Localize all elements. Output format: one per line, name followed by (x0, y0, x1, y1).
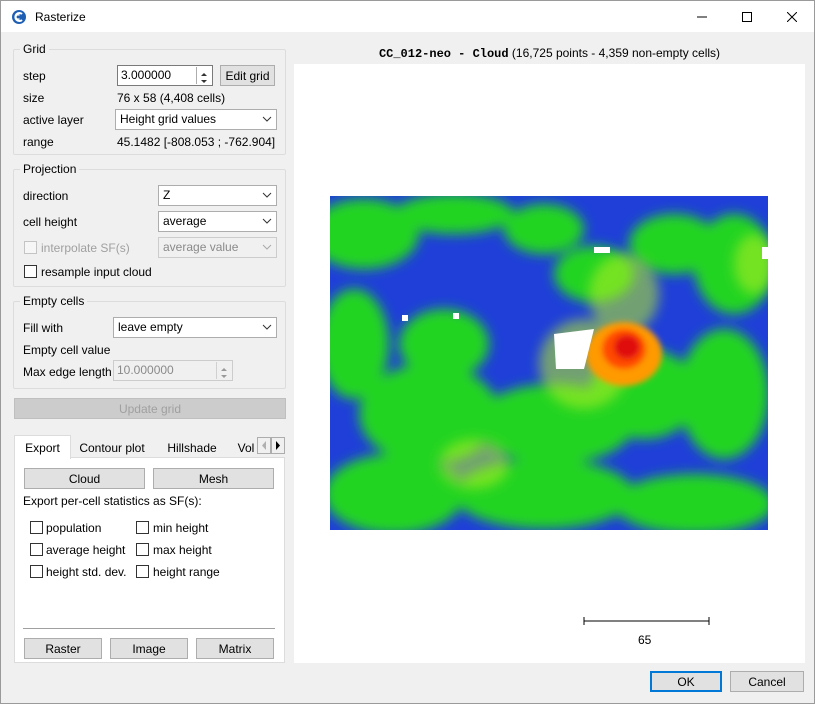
minimize-button[interactable] (679, 1, 725, 32)
export-divider (23, 628, 275, 629)
empty-cell-value-label: Empty cell value (23, 343, 111, 357)
fill-with-select[interactable]: leave empty (113, 317, 277, 338)
active-layer-label: active layer (23, 113, 84, 127)
tab-scroll-right-button[interactable] (271, 437, 285, 454)
population-checkbox[interactable] (30, 521, 43, 534)
cancel-button[interactable]: Cancel (730, 671, 804, 692)
export-tab-panel: Cloud Mesh Export per-cell statistics as… (14, 457, 285, 663)
chevron-down-icon (262, 192, 272, 198)
cell-height-value: average (163, 214, 207, 228)
direction-select[interactable]: Z (158, 185, 277, 206)
range-label: range (23, 135, 54, 149)
chevron-left-icon (262, 441, 266, 450)
range-value: 45.1482 [-808.053 ; -762.904] (117, 135, 276, 149)
grid-group-title: Grid (20, 42, 49, 56)
cell-height-select[interactable]: average (158, 211, 277, 232)
chevron-down-icon (262, 218, 272, 224)
tab-contour-plot[interactable]: Contour plot (72, 438, 152, 458)
cloudcompare-logo-icon (12, 10, 26, 24)
rasterize-dialog: Rasterize Grid step 3.000000 Edit grid s… (0, 0, 815, 704)
average-height-label: average height (46, 543, 126, 557)
export-raster-button[interactable]: Raster (24, 638, 102, 659)
active-layer-select[interactable]: Height grid values (115, 109, 277, 130)
direction-label: direction (23, 189, 69, 203)
step-value: 3.000000 (121, 68, 172, 82)
projection-group-title: Projection (20, 162, 80, 176)
view-title-cloud-name: CC_012-neo - Cloud (378, 47, 509, 61)
window-title: Rasterize (35, 10, 86, 24)
scale-bar (583, 617, 710, 625)
empty-cells-group-title: Empty cells (20, 294, 88, 308)
chevron-down-icon (262, 116, 272, 122)
spin-down-icon (201, 80, 207, 83)
step-spin-buttons[interactable] (196, 67, 211, 84)
interpolate-sf-label: interpolate SF(s) (41, 241, 130, 255)
std-dev-checkbox[interactable] (30, 565, 43, 578)
view-title-stats: (16,725 points - 4,359 non-empty cells) (508, 46, 721, 60)
fill-with-value: leave empty (118, 320, 183, 334)
average-height-checkbox[interactable] (30, 543, 43, 556)
spin-down-icon (221, 375, 227, 378)
max-height-label: max height (153, 543, 212, 557)
std-dev-label: height std. dev. (46, 565, 127, 579)
max-edge-length-value: 10.000000 (117, 363, 174, 377)
interpolate-sf-value: average value (163, 240, 239, 254)
min-height-checkbox[interactable] (136, 521, 149, 534)
raster-heightmap[interactable] (294, 64, 805, 663)
export-cloud-button[interactable]: Cloud (24, 468, 145, 489)
max-edge-spin-buttons[interactable] (216, 362, 231, 379)
size-label: size (23, 91, 45, 105)
export-image-button[interactable]: Image (110, 638, 188, 659)
close-button[interactable] (769, 1, 815, 32)
interpolate-sf-checkbox[interactable] (24, 241, 37, 254)
tab-export[interactable]: Export (14, 435, 71, 459)
maximize-icon (742, 11, 752, 22)
tab-scroll-left-button[interactable] (257, 437, 271, 454)
size-value: 76 x 58 (4,408 cells) (117, 91, 226, 105)
cell-height-label: cell height (23, 215, 78, 229)
population-label: population (46, 521, 102, 535)
title-bar: Rasterize (1, 1, 814, 32)
ok-button[interactable]: OK (650, 671, 722, 692)
direction-value: Z (163, 188, 171, 202)
tab-volume[interactable]: Vol (232, 438, 260, 458)
max-height-checkbox[interactable] (136, 543, 149, 556)
edit-grid-button[interactable]: Edit grid (220, 65, 275, 86)
stats-title: Export per-cell statistics as SF(s): (23, 494, 202, 508)
max-edge-length-input[interactable]: 10.000000 (113, 360, 233, 381)
export-matrix-button[interactable]: Matrix (196, 638, 274, 659)
heightmap-layer (330, 196, 768, 530)
close-icon (787, 11, 797, 22)
fill-with-label: Fill with (23, 321, 64, 335)
step-input[interactable]: 3.000000 (117, 65, 213, 86)
maximize-button[interactable] (724, 1, 770, 32)
interpolate-sf-select[interactable]: average value (158, 237, 277, 258)
max-edge-length-label: Max edge length (23, 365, 112, 379)
tab-hillshade[interactable]: Hillshade (157, 438, 227, 458)
height-range-label: height range (153, 565, 220, 579)
chevron-down-icon (262, 324, 272, 330)
minimize-icon (697, 16, 707, 17)
height-range-checkbox[interactable] (136, 565, 149, 578)
resample-checkbox[interactable] (24, 265, 37, 278)
step-label: step (23, 69, 46, 83)
min-height-label: min height (153, 521, 209, 535)
export-mesh-button[interactable]: Mesh (153, 468, 274, 489)
tab-bar: Export Contour plot Hillshade Vol (14, 435, 285, 459)
view-title: CC_012-neo - Cloud (16,725 points - 4,35… (294, 46, 805, 61)
active-layer-value: Height grid values (120, 112, 217, 126)
chevron-right-icon (276, 441, 280, 450)
raster-view[interactable]: 65 (294, 64, 805, 663)
scale-bar-label: 65 (638, 633, 652, 647)
update-grid-button[interactable]: Update grid (14, 398, 286, 419)
resample-label: resample input cloud (41, 265, 152, 279)
chevron-down-icon (262, 244, 272, 250)
